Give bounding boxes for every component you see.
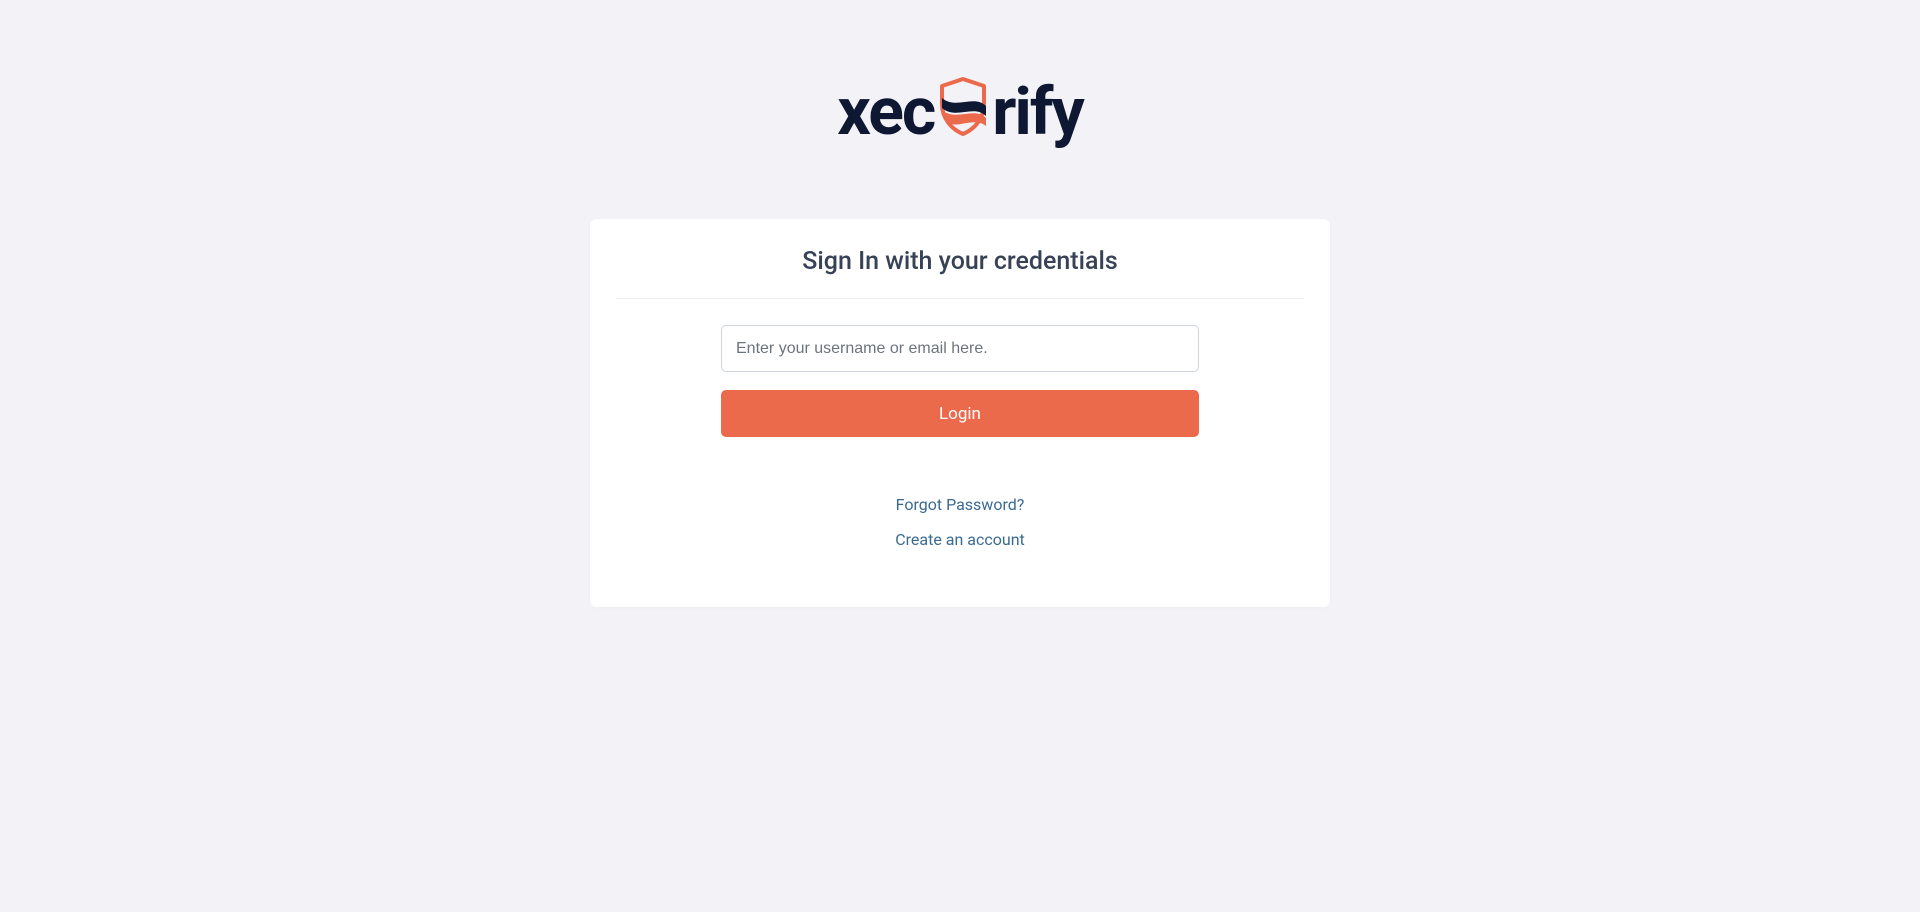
signin-card: Sign In with your credentials Login Forg… — [590, 219, 1330, 607]
forgot-password-link[interactable]: Forgot Password? — [896, 495, 1025, 514]
login-button[interactable]: Login — [721, 390, 1199, 437]
card-heading: Sign In with your credentials — [616, 247, 1304, 299]
brand-text-right: rify — [992, 74, 1082, 151]
username-input[interactable] — [721, 325, 1199, 372]
brand-logo: xec rify — [837, 70, 1082, 151]
signin-form: Login Forgot Password? Create an account — [616, 325, 1304, 549]
auth-links: Forgot Password? Create an account — [895, 495, 1025, 549]
create-account-link[interactable]: Create an account — [895, 530, 1025, 549]
brand-text-left: xec — [837, 74, 934, 151]
shield-icon — [936, 76, 990, 138]
